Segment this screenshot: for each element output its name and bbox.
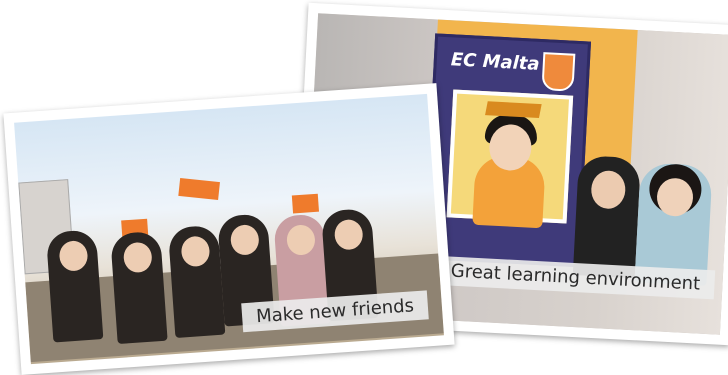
student-face — [590, 169, 627, 210]
photo-card-friends: Make new friends — [3, 83, 455, 375]
student-face — [122, 241, 153, 274]
student-face — [656, 177, 694, 218]
photo-frame-board: EC Malta — [423, 33, 592, 268]
student-figure — [572, 155, 641, 279]
student-face — [229, 223, 260, 256]
graduation-cap — [485, 101, 542, 118]
ec-shield-logo — [541, 52, 576, 92]
student-figure — [45, 229, 104, 343]
cartoon-graduate-frame — [446, 89, 574, 229]
student-figure — [167, 224, 226, 338]
photo-group-outdoor: Make new friends — [14, 93, 444, 365]
student-face — [333, 218, 364, 251]
student-face — [58, 239, 89, 272]
flag — [291, 193, 320, 214]
sign-text: EC Malta — [450, 49, 541, 75]
flag — [178, 177, 220, 201]
student-face — [285, 224, 316, 256]
student-figure — [110, 230, 168, 345]
student-face — [180, 235, 211, 268]
